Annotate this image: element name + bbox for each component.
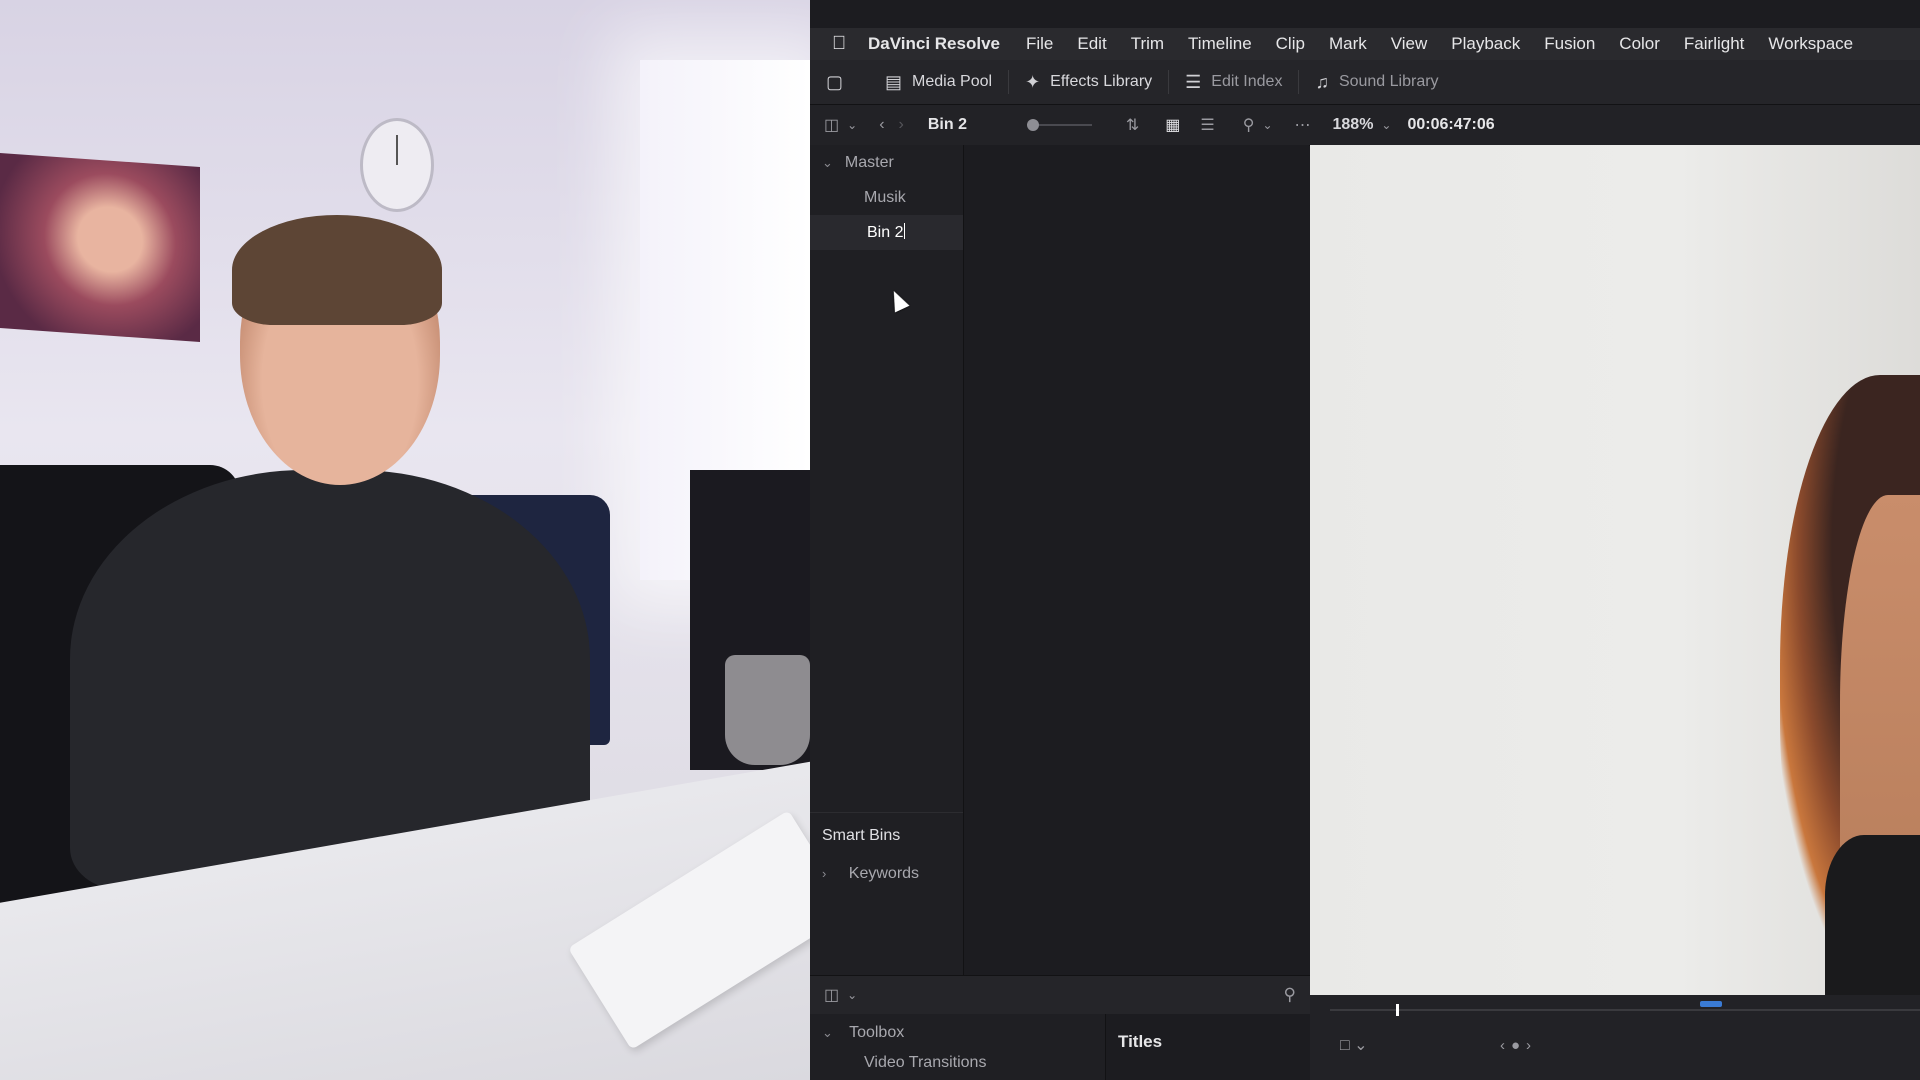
coffee-mug [725, 655, 810, 765]
toolbox-tree: ⌄ Toolbox Video Transitions [810, 1014, 1106, 1080]
thumbnail-size-slider[interactable] [1026, 119, 1092, 131]
panel-toolbar: ▢ ▤ Media Pool ✦ Effects Library ☰ Edit … [810, 60, 1920, 105]
menu-workspace[interactable]: Workspace [1768, 34, 1853, 54]
grid-view-icon[interactable]: ▦ [1165, 115, 1180, 135]
sound-library-button[interactable]: ♫ Sound Library [1299, 60, 1454, 104]
menu-trim[interactable]: Trim [1131, 34, 1164, 54]
monitor-toggle-button[interactable]: ▢ [810, 60, 869, 104]
chevron-down-icon[interactable]: ⌄ [822, 155, 833, 171]
sort-icon[interactable]: ⇅ [1126, 115, 1139, 135]
clip-marker[interactable] [1700, 1001, 1722, 1007]
chevron-down-icon[interactable]: ⌄ [1381, 118, 1391, 132]
slider-knob[interactable] [1026, 119, 1039, 131]
media-pool-subbar: ◫ ⌄ ‹ › Bin 2 ⇅ ▦ ☰ ⚲ ⌄ ⋯ 188% ⌄ 00:06:4… [810, 105, 1920, 146]
apple-icon[interactable]:  [832, 33, 868, 55]
menu-timeline[interactable]: Timeline [1188, 34, 1252, 54]
sidebar-toggle-icon[interactable]: ◫ [824, 985, 839, 1005]
bin-master-label: Master [844, 153, 894, 171]
source-viewer[interactable] [1310, 145, 1920, 995]
frame-nav-icon[interactable]: ‹●› [1500, 1037, 1537, 1054]
back-icon[interactable]: ‹ [879, 116, 884, 134]
effects-library-button[interactable]: ✦ Effects Library [1009, 60, 1168, 104]
menu-file[interactable]: File [1026, 34, 1053, 54]
mac-menubar:  DaVinci Resolve File Edit Trim Timelin… [810, 28, 1920, 60]
bin-item-musik[interactable]: Musik [810, 180, 963, 215]
bin-rename-field[interactable]: Bin 2 [864, 221, 908, 244]
bin-item-label: Musik [864, 188, 906, 206]
menu-fusion[interactable]: Fusion [1544, 34, 1595, 54]
chevron-down-icon[interactable]: ⌄ [1262, 118, 1272, 132]
smart-bins-title: Smart Bins [822, 827, 901, 844]
music-icon: ♫ [1315, 71, 1329, 92]
toolbox-item[interactable]: ⌄ Toolbox [810, 1014, 1105, 1042]
menu-edit[interactable]: Edit [1077, 34, 1106, 54]
zoom-level[interactable]: 188% [1333, 116, 1374, 134]
menu-playback[interactable]: Playback [1451, 34, 1520, 54]
transform-icon[interactable]: □ ⌄ [1340, 1035, 1368, 1055]
list-icon: ☰ [1185, 71, 1202, 92]
chevron-down-icon[interactable]: ⌄ [847, 118, 857, 132]
davinci-resolve-app:  DaVinci Resolve File Edit Trim Timelin… [810, 0, 1920, 1080]
bin-item-bin-2[interactable]: Bin 2 [810, 215, 963, 250]
edit-index-label: Edit Index [1211, 73, 1283, 90]
media-pool-icon: ▤ [885, 71, 903, 92]
forward-icon[interactable]: › [899, 116, 904, 134]
search-icon[interactable]: ⚲ [1243, 115, 1255, 135]
wall-clock [360, 118, 434, 212]
current-bin-title: Bin 2 [927, 116, 967, 133]
titles-panel: Titles [1106, 1014, 1310, 1080]
bin-list-panel: ⌄ Master Musik Bin 2 Smart Bins › Keywor… [810, 145, 964, 975]
keywords-label: Keywords [848, 865, 920, 882]
list-view-icon[interactable]: ☰ [1200, 115, 1214, 135]
camera-footage [0, 0, 810, 1080]
more-options-icon[interactable]: ⋯ [1295, 115, 1311, 135]
wall-poster [0, 153, 200, 342]
menu-app-name[interactable]: DaVinci Resolve [868, 34, 1000, 54]
viewer-scrub-bar[interactable] [1330, 1001, 1920, 1016]
sound-library-label: Sound Library [1338, 73, 1439, 90]
menu-fairlight[interactable]: Fairlight [1684, 34, 1744, 54]
chevron-down-icon[interactable]: ⌄ [822, 1025, 833, 1040]
smart-bins-section: Smart Bins › Keywords [810, 812, 963, 883]
playhead[interactable] [1396, 1004, 1399, 1016]
menu-clip[interactable]: Clip [1276, 34, 1305, 54]
viewer-controls: □ ⌄ ‹●› [1310, 995, 1920, 1080]
video-transitions-item[interactable]: Video Transitions [810, 1042, 1105, 1072]
person-hair [232, 215, 442, 325]
chevron-right-icon[interactable]: › [822, 866, 826, 881]
menu-mark[interactable]: Mark [1329, 34, 1367, 54]
media-pool-label: Media Pool [912, 73, 993, 90]
bin-master[interactable]: ⌄ Master [810, 145, 963, 180]
media-pool-button[interactable]: ▤ Media Pool [869, 60, 1008, 104]
effects-panel-header: ◫ ⌄ ⚲ [810, 975, 1310, 1014]
toolbox-label: Toolbox [849, 1024, 905, 1041]
clip-thumbnails-area[interactable] [964, 145, 1309, 975]
titles-heading: Titles [1118, 1032, 1163, 1051]
magic-wand-icon: ✦ [1025, 71, 1041, 92]
search-icon[interactable]: ⚲ [1284, 985, 1296, 1005]
menu-color[interactable]: Color [1619, 34, 1660, 54]
smart-bin-keywords[interactable]: › Keywords [810, 845, 963, 883]
timecode-display: 00:06:47:06 [1407, 116, 1495, 133]
edit-index-button[interactable]: ☰ Edit Index [1169, 60, 1298, 104]
monitor-icon: ▢ [826, 71, 844, 92]
sidebar-toggle-icon[interactable]: ◫ [824, 115, 839, 135]
viewer-subject-top [1825, 835, 1920, 995]
effects-library-label: Effects Library [1050, 73, 1153, 90]
menu-view[interactable]: View [1391, 34, 1428, 54]
chevron-down-icon[interactable]: ⌄ [847, 988, 857, 1002]
